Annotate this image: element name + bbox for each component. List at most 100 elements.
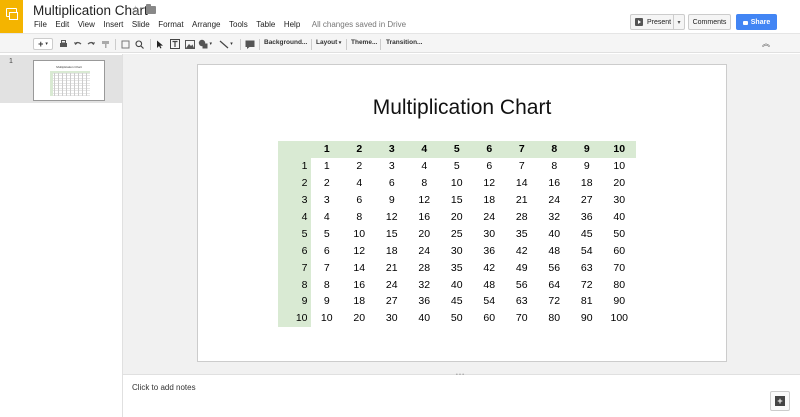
slide-title[interactable]: Multiplication Chart: [198, 96, 726, 120]
menu-table[interactable]: Table: [256, 20, 275, 29]
table-cell[interactable]: 12: [473, 175, 506, 192]
fit-icon[interactable]: [120, 38, 131, 50]
slides-logo-icon[interactable]: [0, 0, 23, 33]
comment-icon[interactable]: [244, 38, 255, 50]
table-cell[interactable]: 18: [376, 242, 409, 259]
table-cell[interactable]: 48: [538, 242, 571, 259]
menu-edit[interactable]: Edit: [55, 20, 69, 29]
table-cell[interactable]: 12: [408, 192, 441, 209]
background-button[interactable]: Background...: [264, 39, 307, 46]
column-header-cell[interactable]: 8: [538, 141, 571, 158]
table-cell[interactable]: 80: [603, 276, 636, 293]
transition-button[interactable]: Transition...: [386, 39, 422, 46]
comments-button[interactable]: Comments: [688, 14, 731, 30]
table-cell[interactable]: 27: [376, 293, 409, 310]
layout-button[interactable]: Layout ▾: [316, 39, 341, 46]
table-cell[interactable]: 12: [376, 209, 409, 226]
text-box-icon[interactable]: [169, 38, 180, 50]
column-header-cell[interactable]: 10: [603, 141, 636, 158]
table-cell[interactable]: 3: [311, 192, 344, 209]
column-header-cell[interactable]: 3: [375, 141, 408, 158]
table-cell[interactable]: 10: [441, 175, 474, 192]
row-header-cell[interactable]: 5: [278, 225, 311, 243]
table-cell[interactable]: 72: [571, 276, 604, 293]
table-cell[interactable]: 24: [538, 192, 571, 209]
row-header-cell[interactable]: 6: [278, 242, 311, 260]
table-cell[interactable]: 100: [603, 310, 636, 327]
star-icon[interactable]: ☆: [130, 3, 141, 17]
redo-icon[interactable]: [86, 38, 96, 50]
row-header-cell[interactable]: 4: [278, 208, 311, 226]
table-cell[interactable]: 4: [311, 209, 344, 226]
shape-icon[interactable]: ▾: [198, 38, 212, 50]
table-cell[interactable]: 63: [506, 293, 539, 310]
table-cell[interactable]: 90: [603, 293, 636, 310]
row-header-cell[interactable]: 8: [278, 276, 311, 294]
present-dropdown-icon[interactable]: ▾: [673, 15, 684, 29]
table-cell[interactable]: 5: [311, 225, 344, 242]
table-cell[interactable]: 32: [538, 209, 571, 226]
table-cell[interactable]: 18: [343, 293, 376, 310]
table-cell[interactable]: 48: [473, 276, 506, 293]
table-cell[interactable]: 21: [376, 259, 409, 276]
table-cell[interactable]: 40: [441, 276, 474, 293]
select-cursor-icon[interactable]: [155, 38, 165, 50]
table-cell[interactable]: 45: [571, 225, 604, 242]
table-cell[interactable]: 18: [571, 175, 604, 192]
table-cell[interactable]: 35: [506, 225, 539, 242]
table-cell[interactable]: 20: [441, 209, 474, 226]
table-cell[interactable]: 1: [311, 158, 344, 175]
table-cell[interactable]: 14: [506, 175, 539, 192]
table-cell[interactable]: 20: [343, 310, 376, 327]
table-cell[interactable]: 6: [473, 158, 506, 175]
table-cell[interactable]: 20: [408, 225, 441, 242]
menu-file[interactable]: File: [34, 20, 47, 29]
table-cell[interactable]: 15: [441, 192, 474, 209]
table-cell[interactable]: 9: [311, 293, 344, 310]
table-cell[interactable]: 30: [376, 310, 409, 327]
image-icon[interactable]: [184, 38, 195, 50]
table-cell[interactable]: 8: [343, 209, 376, 226]
row-header-cell[interactable]: 10: [278, 309, 311, 327]
table-cell[interactable]: 30: [441, 242, 474, 259]
table-cell[interactable]: 60: [603, 242, 636, 259]
paint-format-icon[interactable]: [100, 38, 110, 50]
table-cell[interactable]: 21: [506, 192, 539, 209]
menu-insert[interactable]: Insert: [103, 20, 123, 29]
table-cell[interactable]: 36: [571, 209, 604, 226]
table-cell[interactable]: 72: [538, 293, 571, 310]
table-cell[interactable]: 8: [538, 158, 571, 175]
table-cell[interactable]: 12: [343, 242, 376, 259]
table-cell[interactable]: 10: [311, 310, 344, 327]
table-cell[interactable]: 9: [376, 192, 409, 209]
table-cell[interactable]: 81: [571, 293, 604, 310]
table-cell[interactable]: 56: [538, 259, 571, 276]
table-cell[interactable]: 15: [376, 225, 409, 242]
table-cell[interactable]: 18: [473, 192, 506, 209]
table-cell[interactable]: 14: [343, 259, 376, 276]
table-cell[interactable]: 80: [538, 310, 571, 327]
table-cell[interactable]: 4: [343, 175, 376, 192]
table-cell[interactable]: 7: [506, 158, 539, 175]
table-cell[interactable]: 64: [538, 276, 571, 293]
table-cell[interactable]: 10: [603, 158, 636, 175]
line-icon[interactable]: ▾: [217, 38, 235, 50]
menu-tools[interactable]: Tools: [229, 20, 248, 29]
multiplication-table[interactable]: 1 2 3 4 5 6 7 8 9 10 1 1 2 3 4 5 6 7 8 9 10 2 2 4 6 8 10 12 14 16 18 20…: [278, 141, 636, 327]
table-cell[interactable]: 24: [473, 209, 506, 226]
share-button[interactable]: Share: [736, 14, 777, 30]
row-header-cell[interactable]: 3: [278, 191, 311, 209]
present-button[interactable]: Present ▾: [630, 14, 685, 30]
zoom-icon[interactable]: [134, 38, 145, 50]
table-cell[interactable]: 54: [473, 293, 506, 310]
print-icon[interactable]: [58, 38, 68, 50]
slide-thumbnail-item[interactable]: 1 Multiplication Chart: [0, 55, 122, 103]
table-cell[interactable]: 42: [506, 242, 539, 259]
table-cell[interactable]: 20: [603, 175, 636, 192]
table-cell[interactable]: 8: [311, 276, 344, 293]
table-cell[interactable]: 60: [473, 310, 506, 327]
table-cell[interactable]: 24: [376, 276, 409, 293]
undo-icon[interactable]: [72, 38, 82, 50]
table-cell[interactable]: 25: [441, 225, 474, 242]
menu-slide[interactable]: Slide: [132, 20, 150, 29]
